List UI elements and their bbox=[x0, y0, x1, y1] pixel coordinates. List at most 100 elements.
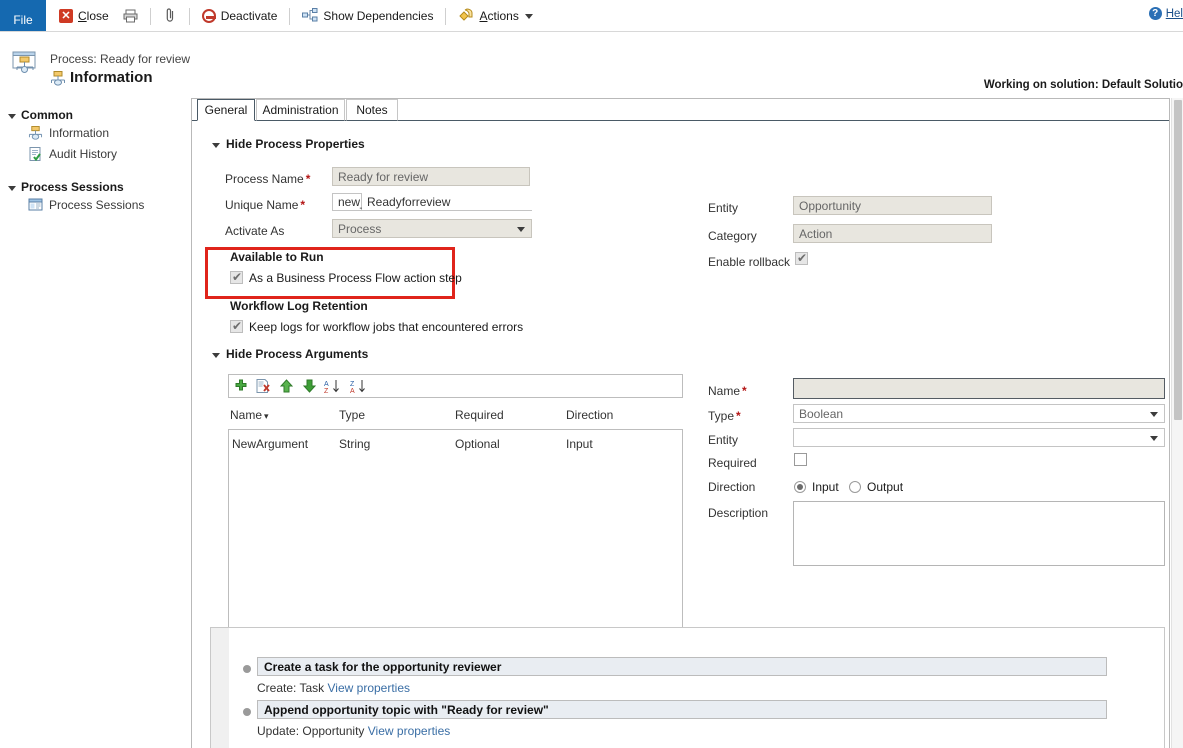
show-dependencies-button[interactable]: Show Dependencies bbox=[295, 0, 440, 32]
chevron-down-icon bbox=[212, 353, 220, 358]
view-properties-link[interactable]: View properties bbox=[368, 724, 451, 738]
step-title[interactable]: Append opportunity topic with "Ready for… bbox=[257, 700, 1107, 719]
tab-general[interactable]: General bbox=[197, 99, 255, 121]
deactivate-icon bbox=[202, 9, 216, 23]
process-information-window: File ✕ Close bbox=[0, 0, 1183, 748]
table-row-name[interactable]: NewArgument bbox=[232, 437, 308, 451]
chevron-down-icon bbox=[517, 227, 525, 232]
enable-rollback-label: Enable rollback bbox=[708, 255, 790, 269]
svg-text:A: A bbox=[350, 388, 355, 394]
help-icon: ? bbox=[1149, 7, 1162, 20]
section-label: Hide Process Properties bbox=[226, 137, 365, 151]
available-to-run-label: Available to Run bbox=[230, 250, 324, 264]
print-button[interactable] bbox=[116, 0, 145, 32]
argument-description-textarea[interactable] bbox=[793, 501, 1165, 566]
sidebar-item-label: Process Sessions bbox=[49, 198, 144, 212]
bpf-action-step-label: As a Business Process Flow action step bbox=[249, 271, 462, 285]
check-icon: ✔ bbox=[797, 252, 807, 265]
sort-descending-button[interactable]: Z A bbox=[347, 375, 373, 397]
arguments-column-type[interactable]: Type bbox=[339, 408, 365, 422]
step-action: Update: bbox=[257, 724, 299, 738]
record-subtitle: Process: Ready for review bbox=[50, 52, 190, 66]
steps-gutter bbox=[211, 628, 229, 748]
process-icon bbox=[28, 126, 43, 140]
help-link[interactable]: ? Hel bbox=[1149, 7, 1183, 20]
sidebar: Common Information bbox=[0, 92, 190, 748]
table-row-direction[interactable]: Input bbox=[566, 437, 593, 451]
delete-argument-button[interactable] bbox=[252, 375, 275, 397]
deactivate-button[interactable]: Deactivate bbox=[195, 0, 285, 32]
sidebar-item-label: Information bbox=[49, 126, 109, 140]
tab-administration[interactable]: Administration bbox=[256, 99, 345, 121]
argument-type-dropdown[interactable]: Boolean bbox=[793, 404, 1165, 423]
sidebar-group-common: Common Information bbox=[0, 108, 190, 164]
process-name-input[interactable]: Ready for review bbox=[332, 167, 530, 186]
close-button[interactable]: ✕ Close bbox=[52, 0, 116, 32]
argument-description-label: Description bbox=[708, 506, 768, 520]
sidebar-item-information[interactable]: Information bbox=[0, 122, 190, 143]
sessions-icon bbox=[28, 198, 43, 212]
arguments-column-name[interactable]: Name▾ bbox=[230, 408, 269, 422]
bpf-action-step-checkbox[interactable]: ✔ bbox=[230, 271, 243, 284]
divider bbox=[289, 8, 290, 25]
unique-name-label: Unique Name* bbox=[225, 198, 305, 212]
scrollbar-thumb[interactable] bbox=[1174, 100, 1182, 420]
chevron-down-icon bbox=[1150, 436, 1158, 441]
sidebar-group-header-common[interactable]: Common bbox=[0, 108, 190, 122]
record-header: Process: Ready for review Information Wo… bbox=[0, 32, 1183, 92]
process-steps-panel: Create a task for the opportunity review… bbox=[210, 627, 1165, 748]
chevron-down-icon[interactable] bbox=[525, 14, 533, 19]
hide-process-properties-toggle[interactable]: Hide Process Properties bbox=[212, 137, 365, 151]
table-row-required[interactable]: Optional bbox=[455, 437, 500, 451]
category-input[interactable]: Action bbox=[793, 224, 992, 243]
divider bbox=[445, 8, 446, 25]
sidebar-item-audit-history[interactable]: Audit History bbox=[0, 143, 190, 164]
help-label[interactable]: Hel bbox=[1166, 8, 1183, 20]
arguments-column-direction[interactable]: Direction bbox=[566, 408, 613, 422]
keep-logs-label: Keep logs for workflow jobs that encount… bbox=[249, 320, 523, 334]
add-argument-button[interactable] bbox=[229, 375, 252, 397]
actions-icon bbox=[458, 7, 474, 25]
step-title[interactable]: Create a task for the opportunity review… bbox=[257, 657, 1107, 676]
unique-name-prefix[interactable]: new_ bbox=[332, 193, 362, 211]
view-properties-link[interactable]: View properties bbox=[328, 681, 411, 695]
arguments-column-required[interactable]: Required bbox=[455, 408, 504, 422]
argument-name-input[interactable] bbox=[793, 378, 1165, 399]
argument-direction-label: Direction bbox=[708, 480, 755, 494]
direction-input-label: Input bbox=[812, 480, 839, 494]
activate-as-dropdown[interactable]: Process bbox=[332, 219, 532, 238]
move-up-button[interactable] bbox=[275, 375, 298, 397]
argument-entity-dropdown[interactable] bbox=[793, 428, 1165, 447]
chevron-down-icon bbox=[1150, 412, 1158, 417]
step-meta: Update: Opportunity View properties bbox=[257, 724, 450, 738]
entity-input[interactable]: Opportunity bbox=[793, 196, 992, 215]
argument-type-label: Type* bbox=[708, 409, 741, 423]
sort-ascending-button[interactable]: A Z bbox=[321, 375, 347, 397]
sidebar-group-process-sessions: Process Sessions Process Sessions bbox=[0, 180, 190, 215]
direction-input-radio[interactable] bbox=[794, 481, 806, 493]
argument-required-checkbox[interactable] bbox=[794, 453, 807, 466]
actions-button[interactable]: Actions bbox=[451, 0, 539, 32]
sidebar-item-process-sessions[interactable]: Process Sessions bbox=[0, 194, 190, 215]
check-icon: ✔ bbox=[232, 320, 242, 333]
argument-type-value: Boolean bbox=[799, 407, 843, 421]
argument-entity-label: Entity bbox=[708, 433, 738, 447]
attachment-button[interactable] bbox=[156, 0, 184, 32]
keep-logs-checkbox[interactable]: ✔ bbox=[230, 320, 243, 333]
sort-indicator-icon: ▾ bbox=[264, 411, 269, 421]
enable-rollback-checkbox[interactable]: ✔ bbox=[795, 252, 808, 265]
unique-name-input[interactable]: Readyforreview bbox=[362, 193, 532, 211]
chevron-down-icon bbox=[8, 114, 16, 119]
process-name-label: Process Name* bbox=[225, 172, 310, 186]
hide-process-arguments-toggle[interactable]: Hide Process Arguments bbox=[212, 347, 368, 361]
file-tab[interactable]: File bbox=[0, 0, 46, 32]
direction-output-radio[interactable] bbox=[849, 481, 861, 493]
vertical-scrollbar[interactable] bbox=[1171, 98, 1183, 748]
table-row-type[interactable]: String bbox=[339, 437, 370, 451]
tab-notes[interactable]: Notes bbox=[346, 99, 398, 121]
sidebar-group-label: Common bbox=[21, 108, 73, 122]
chevron-down-icon bbox=[8, 186, 16, 191]
activate-as-value: Process bbox=[338, 222, 381, 236]
sidebar-group-header-process-sessions[interactable]: Process Sessions bbox=[0, 180, 190, 194]
move-down-button[interactable] bbox=[298, 375, 321, 397]
